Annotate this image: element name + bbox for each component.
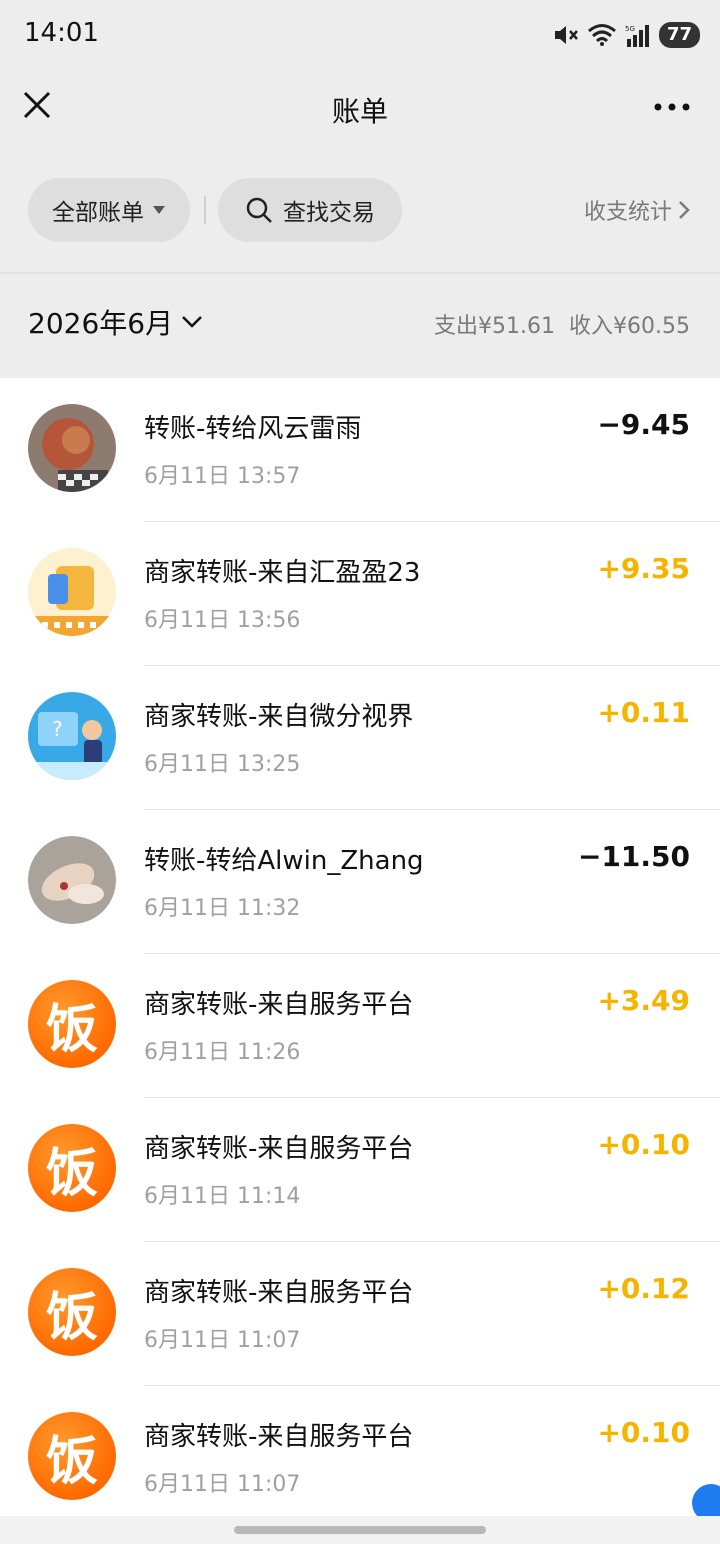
- fan-logo-text: 饭: [45, 998, 98, 1060]
- search-icon: [246, 197, 272, 223]
- transaction-time: 6月11日 11:07: [144, 1328, 301, 1353]
- month-label: 2026年6月: [28, 307, 174, 340]
- fan-logo-avatar: 饭: [28, 1124, 116, 1212]
- transaction-title: 商家转账-来自服务平台: [144, 1422, 414, 1452]
- transaction-amount: +0.12: [597, 1272, 690, 1305]
- transaction-amount: −9.45: [597, 408, 690, 441]
- status-time: 14:01: [24, 18, 99, 48]
- fan-logo-avatar: 饭: [28, 1412, 116, 1500]
- all-bills-dropdown[interactable]: 全部账单: [28, 178, 190, 242]
- month-summary: 支出¥51.61 收入¥60.55: [434, 308, 690, 340]
- battery-indicator: 77: [658, 22, 700, 48]
- transaction-time: 6月11日 11:14: [144, 1184, 301, 1209]
- transaction-title: 转账-转给Alwin_Zhang: [144, 846, 424, 876]
- month-selector[interactable]: 2026年6月: [28, 302, 203, 342]
- transaction-amount: +9.35: [597, 552, 690, 585]
- transaction-row[interactable]: 转账-转给Alwin_Zhang 6月11日 11:32 −11.50: [0, 810, 720, 954]
- transaction-time: 6月11日 13:25: [144, 752, 301, 777]
- avatar: [28, 836, 116, 924]
- transaction-amount: +0.10: [597, 1128, 690, 1161]
- fan-logo-avatar: 饭: [28, 980, 116, 1068]
- transaction-row[interactable]: 饭 商家转账-来自服务平台 6月11日 11:07 +0.12: [0, 1242, 720, 1386]
- month-income: 收入¥60.55: [569, 314, 690, 339]
- transaction-amount: +3.49: [597, 984, 690, 1017]
- transaction-row[interactable]: 饭 商家转账-来自服务平台 6月11日 11:26 +3.49: [0, 954, 720, 1098]
- fan-logo-text: 饭: [45, 1286, 98, 1348]
- transaction-amount: +0.11: [597, 696, 690, 729]
- all-bills-label: 全部账单: [52, 200, 144, 226]
- transaction-row[interactable]: ? 商家转账-来自微分视界 6月11日 13:25 +0.11: [0, 666, 720, 810]
- transaction-row[interactable]: 商家转账-来自汇盈盈23 6月11日 13:56 +9.35: [0, 522, 720, 666]
- transaction-title: 商家转账-来自汇盈盈23: [144, 558, 421, 588]
- more-options-icon[interactable]: [652, 92, 692, 122]
- transaction-row[interactable]: 转账-转给风云雷雨 6月11日 13:57 −9.45: [0, 378, 720, 522]
- transaction-title: 商家转账-来自服务平台: [144, 990, 414, 1020]
- status-bar: 14:01 5G 77: [0, 0, 720, 70]
- page-title: 账单: [331, 95, 388, 128]
- transaction-row[interactable]: 饭 商家转账-来自服务平台 6月11日 11:07 +0.10: [0, 1386, 720, 1530]
- chevron-right-icon: [679, 201, 690, 219]
- home-indicator[interactable]: [234, 1526, 486, 1534]
- svg-text:5G: 5G: [625, 25, 635, 33]
- caret-down-icon: [153, 206, 165, 214]
- search-transactions-label: 查找交易: [283, 200, 375, 226]
- transaction-row[interactable]: 饭 商家转账-来自服务平台 6月11日 11:14 +0.10: [0, 1098, 720, 1242]
- fan-logo-avatar: 饭: [28, 1268, 116, 1356]
- mute-icon: [554, 26, 578, 44]
- transaction-time: 6月11日 11:32: [144, 896, 301, 921]
- transaction-list: 转账-转给风云雷雨 6月11日 13:57 −9.45 商家转账-来自汇盈盈23…: [0, 378, 720, 1530]
- chevron-down-icon: [182, 316, 202, 328]
- transaction-amount: +0.10: [597, 1416, 690, 1449]
- transaction-amount: −11.50: [577, 840, 690, 873]
- avatar: ?: [28, 692, 116, 780]
- search-transactions-button[interactable]: 查找交易: [218, 178, 402, 242]
- month-expense: 支出¥51.61: [434, 314, 556, 339]
- transaction-title: 商家转账-来自微分视界: [144, 702, 414, 732]
- filter-bar: 全部账单 查找交易 收支统计: [0, 150, 720, 272]
- avatar: [28, 404, 116, 492]
- income-expense-stats-link[interactable]: 收支统计: [584, 194, 690, 226]
- month-bar: 2026年6月 支出¥51.61 收入¥60.55: [0, 274, 720, 378]
- fan-logo-text: 饭: [45, 1430, 98, 1492]
- fan-logo-text: 饭: [45, 1142, 98, 1204]
- transaction-time: 6月11日 13:57: [144, 464, 301, 489]
- cellular-signal-icon: 5G: [625, 25, 649, 47]
- transaction-time: 6月11日 13:56: [144, 608, 301, 633]
- transaction-title: 商家转账-来自服务平台: [144, 1278, 414, 1308]
- avatar: [28, 548, 116, 636]
- transaction-title: 商家转账-来自服务平台: [144, 1134, 414, 1164]
- transaction-time: 6月11日 11:26: [144, 1040, 301, 1065]
- filter-divider: [204, 196, 206, 224]
- transaction-title: 转账-转给风云雷雨: [144, 414, 362, 444]
- stats-label: 收支统计: [583, 200, 672, 225]
- top-bar: 账单: [0, 70, 720, 150]
- status-icons: 5G 77: [553, 20, 700, 50]
- wifi-icon: [587, 24, 616, 46]
- svg-text:?: ?: [52, 717, 63, 741]
- transaction-time: 6月11日 11:07: [144, 1472, 301, 1497]
- home-bar: [0, 1516, 720, 1544]
